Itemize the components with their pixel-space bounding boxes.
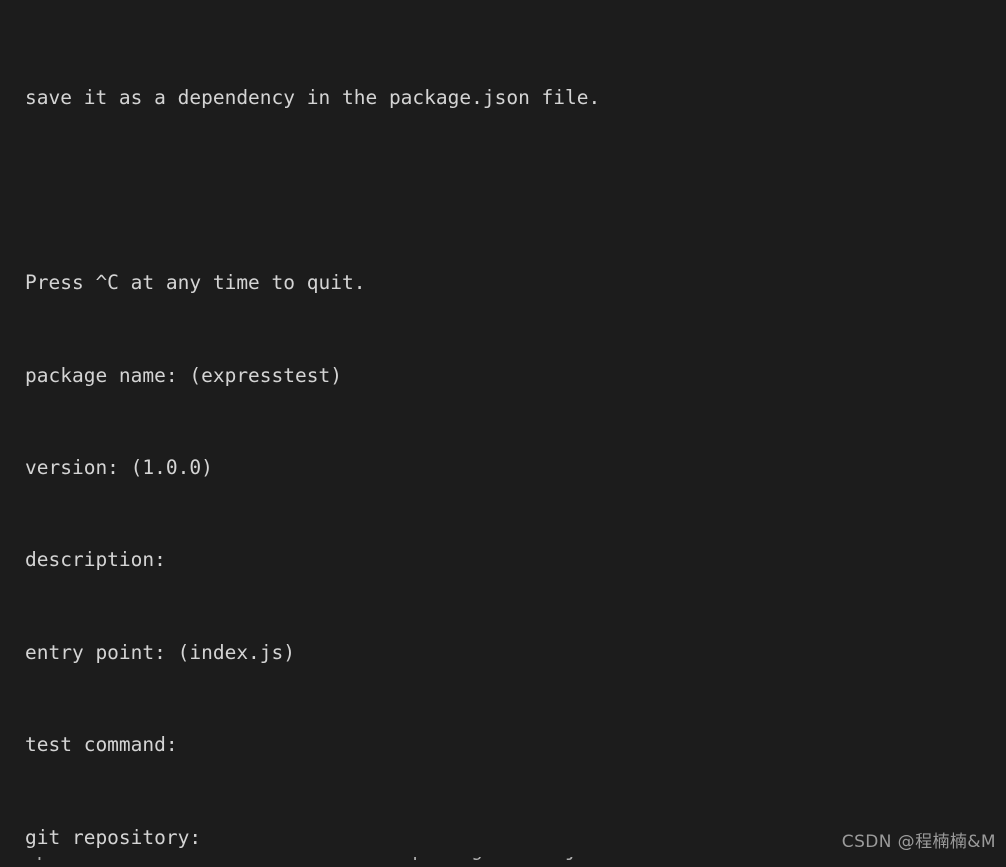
prompt-package-name: package name: (expresstest): [25, 363, 342, 387]
prompt-test-command: test command:: [25, 733, 178, 757]
output-line: save it as a dependency in the package.j…: [25, 86, 601, 110]
clipped-next-output-line: npm notice created a lockfile as package…: [25, 857, 725, 867]
prompt-description: description:: [25, 548, 166, 572]
terminal-window[interactable]: save it as a dependency in the package.j…: [0, 0, 1006, 867]
console-output: save it as a dependency in the package.j…: [25, 0, 866, 867]
clipped-line-text: npm notice created a lockfile as package…: [25, 857, 725, 866]
csdn-watermark: CSDN @程楠楠&M: [841, 832, 996, 853]
prompt-version: version: (1.0.0): [25, 455, 213, 479]
output-line-blank: [25, 176, 866, 207]
prompt-git-repository: git repository:: [25, 825, 202, 849]
output-line: Press ^C at any time to quit.: [25, 271, 366, 295]
prompt-entry-point: entry point: (index.js): [25, 640, 296, 664]
